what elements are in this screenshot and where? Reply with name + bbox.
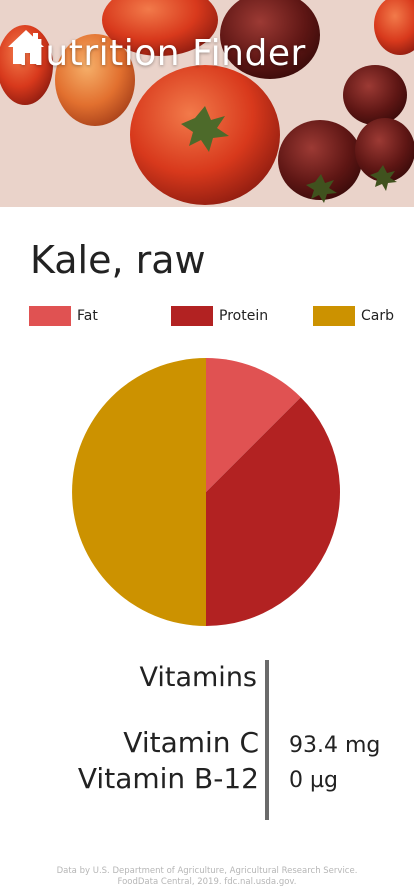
vitamin-value: 0 µg xyxy=(289,768,338,793)
vitamin-name: Vitamin C xyxy=(123,726,259,759)
app-title: Nutrition Finder xyxy=(18,32,306,74)
chart-legend: Fat Protein Carb xyxy=(0,306,414,332)
legend-swatch-fat xyxy=(29,306,71,326)
macronutrient-pie-chart xyxy=(72,358,340,626)
legend-label-carb: Carb xyxy=(361,308,394,324)
data-attribution: Data by U.S. Department of Agriculture, … xyxy=(0,866,414,888)
vitamin-value: 93.4 mg xyxy=(289,733,381,758)
legend-swatch-carb xyxy=(313,306,355,326)
vitamins-heading: Vitamins xyxy=(139,662,258,693)
legend-label-protein: Protein xyxy=(219,308,269,324)
vitamin-name: Vitamin B-12 xyxy=(77,762,259,795)
attribution-line: Data by U.S. Department of Agriculture, … xyxy=(56,866,358,876)
app-title-bar: Nutrition Finder xyxy=(6,28,306,78)
attribution-line: FoodData Central, 2019. fdc.nal.usda.gov… xyxy=(117,877,297,887)
legend-swatch-protein xyxy=(171,306,213,326)
pie-slice-carb xyxy=(72,358,206,626)
legend-item-carb: Carb xyxy=(313,306,394,326)
header-banner: Nutrition Finder xyxy=(0,0,414,207)
legend-label-fat: Fat xyxy=(77,308,98,324)
legend-item-protein: Protein xyxy=(171,306,268,326)
vitamins-section: Vitamins Vitamin C 93.4 mg Vitamin B-12 … xyxy=(0,650,414,830)
food-name: Kale, raw xyxy=(30,238,206,282)
vitamins-divider xyxy=(265,660,269,820)
legend-item-fat: Fat xyxy=(29,306,98,326)
